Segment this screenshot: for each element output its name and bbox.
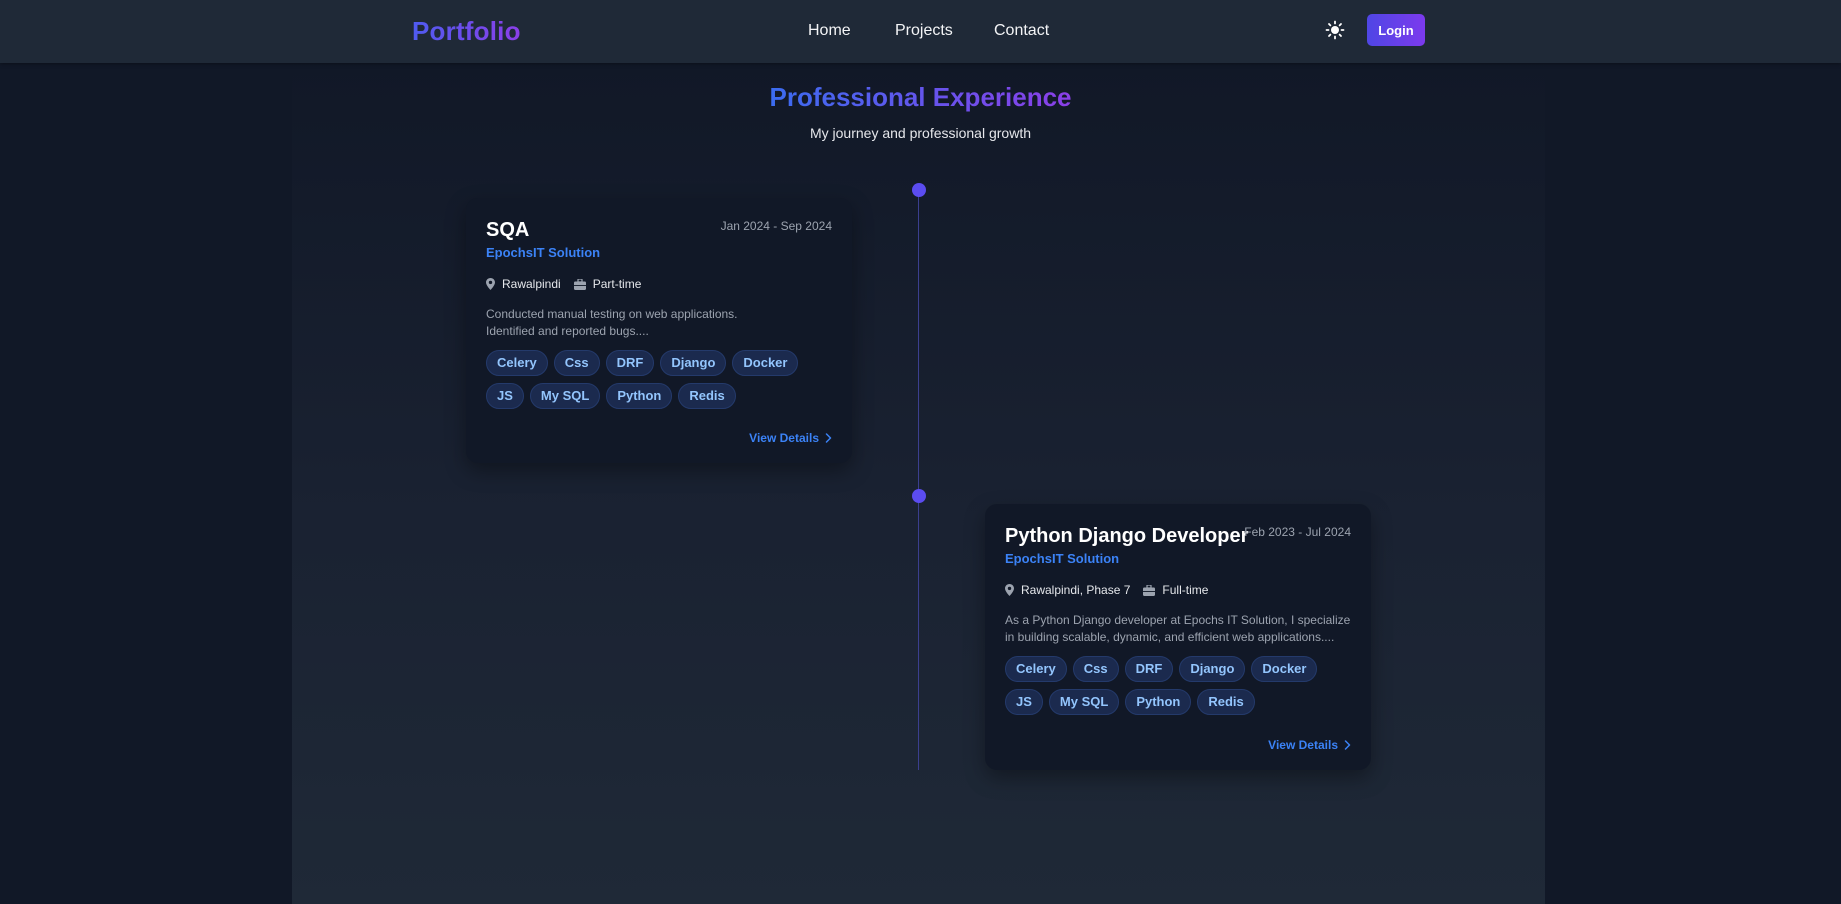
skill-tag: JS (1005, 689, 1043, 715)
chevron-right-icon (825, 433, 832, 443)
skill-tag: Celery (486, 350, 548, 376)
section-title-text: Professional Experience (769, 82, 1072, 112)
timeline-dot (912, 183, 926, 197)
briefcase-icon (1143, 584, 1156, 596)
map-pin-icon (1005, 584, 1014, 596)
timeline-dot (912, 489, 926, 503)
experience-card: SQA Jan 2024 - Sep 2024 EpochsIT Solutio… (466, 198, 852, 463)
job-description: As a Python Django developer at Epochs I… (1005, 613, 1351, 644)
skill-tag: JS (486, 383, 524, 409)
location: Rawalpindi (486, 276, 561, 292)
skill-tag: Python (606, 383, 673, 409)
skill-tag: DRF (605, 350, 655, 376)
view-details-label: View Details (749, 431, 819, 445)
navbar: Portfolio Home Projects Contact Login (0, 0, 1841, 63)
timeline-line (918, 190, 919, 770)
job-description: Conducted manual testing on web applicat… (486, 307, 738, 338)
employment-type: Part-time (573, 276, 642, 292)
skill-tag: Python (1125, 689, 1192, 715)
skill-tags: Celery Css DRF Django Docker JS My SQL P… (486, 350, 832, 409)
skill-tag: Docker (732, 350, 799, 376)
skill-tag: Redis (678, 383, 736, 409)
job-meta: Rawalpindi Part-time (486, 276, 832, 292)
login-button[interactable]: Login (1367, 14, 1425, 46)
skill-tag: Celery (1005, 656, 1067, 682)
skill-tag: Django (660, 350, 727, 376)
employment-type: Full-time (1143, 582, 1208, 598)
skill-tag: DRF (1124, 656, 1174, 682)
skill-tag: My SQL (1048, 689, 1120, 715)
skill-tag: Css (553, 350, 600, 376)
briefcase-icon (573, 278, 586, 290)
skill-tag: Docker (1251, 656, 1318, 682)
job-dates: Feb 2023 - Jul 2024 (1244, 525, 1351, 539)
skill-tag: My SQL (529, 383, 601, 409)
location-text: Rawalpindi, Phase 7 (1021, 583, 1131, 597)
location: Rawalpindi, Phase 7 (1005, 582, 1130, 598)
skill-tag: Django (1179, 656, 1246, 682)
view-details-label: View Details (1268, 738, 1338, 752)
company-name: EpochsIT Solution (486, 245, 601, 260)
employment-type-text: Full-time (1162, 583, 1209, 597)
map-pin-icon (486, 278, 495, 290)
company-name: EpochsIT Solution (1005, 551, 1120, 566)
view-details-link[interactable]: View Details (1268, 738, 1351, 752)
section-subtitle: My journey and professional growth (809, 125, 1031, 141)
location-text: Rawalpindi (502, 277, 561, 291)
employment-type-text: Part-time (592, 277, 642, 291)
nav-home-link[interactable]: Home (808, 20, 851, 42)
logo[interactable]: Portfolio (412, 14, 521, 48)
chevron-right-icon (1344, 740, 1351, 750)
nav-contact-link[interactable]: Contact (994, 20, 1049, 42)
job-dates: Jan 2024 - Sep 2024 (720, 219, 832, 233)
view-details-link[interactable]: View Details (749, 431, 832, 445)
skill-tag: Redis (1197, 689, 1255, 715)
skill-tag: Css (1072, 656, 1119, 682)
skill-tags: Celery Css DRF Django Docker JS My SQL P… (1005, 656, 1351, 715)
job-meta: Rawalpindi, Phase 7 Full-time (1005, 582, 1351, 598)
sun-icon[interactable] (1325, 20, 1345, 40)
section-title: Professional Experience (0, 80, 1841, 114)
experience-card: Python Django Developer Feb 2023 - Jul 2… (985, 504, 1371, 770)
nav-projects-link[interactable]: Projects (895, 20, 953, 42)
